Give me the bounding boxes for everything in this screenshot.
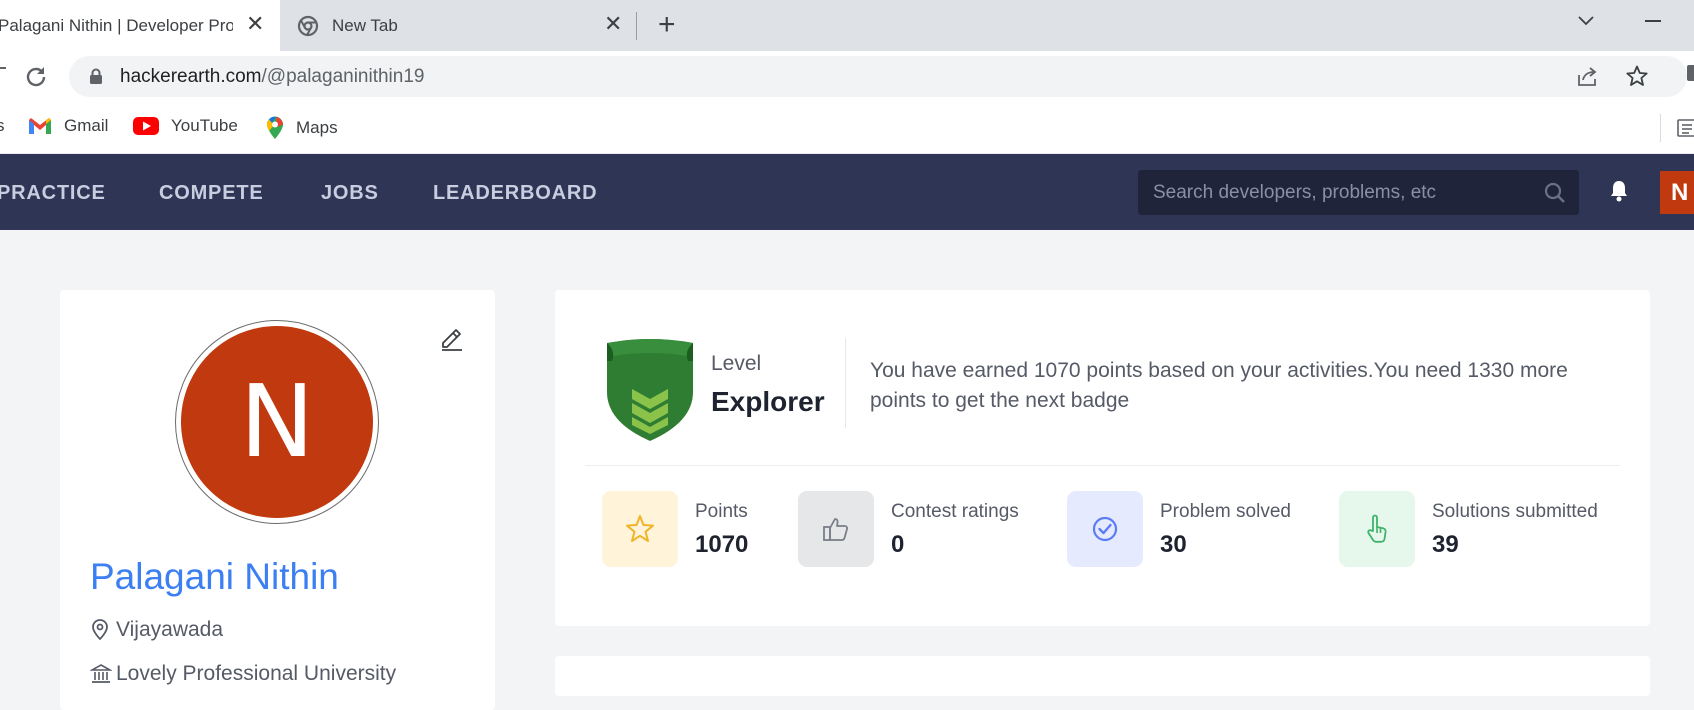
bookmark-label: s [0, 116, 5, 135]
solutions-submitted-tile [1339, 491, 1415, 567]
tab-close-icon[interactable]: ✕ [604, 13, 622, 35]
location-text: Vijayawada [116, 618, 224, 641]
stat-label: Problem solved [1160, 501, 1291, 522]
bookmark-label: Maps [296, 118, 338, 137]
lock-icon[interactable] [89, 68, 103, 84]
back-icon[interactable] [0, 67, 6, 69]
level-card-divider [585, 465, 1620, 466]
check-circle-icon [1092, 516, 1118, 542]
minimize-icon[interactable] [1645, 20, 1661, 22]
bookmarks-bar: s Gmail YouTube Maps [0, 104, 1694, 154]
browser-toolbar: hackerearth.com/@palaganinithin19 [0, 51, 1694, 104]
profile-card: N Palagani Nithin Vijayawada Lovely Prof… [60, 290, 495, 710]
contest-ratings-tile [798, 491, 874, 567]
share-icon[interactable] [1575, 65, 1599, 89]
chrome-icon [297, 15, 319, 37]
stat-label: Points [695, 501, 748, 522]
stat-value: 30 [1160, 531, 1187, 558]
tab-title: New Tab [332, 15, 398, 35]
nav-compete[interactable]: COMPETE [159, 182, 264, 205]
maps-icon [267, 116, 283, 139]
tab-new-tab[interactable]: New Tab ✕ [280, 0, 635, 51]
edit-pencil-icon[interactable] [438, 324, 466, 352]
site-navbar: PRACTICE COMPETE JOBS LEADERBOARD N [0, 154, 1694, 230]
address-bar[interactable]: hackerearth.com/@palaganinithin19 [69, 56, 1687, 97]
nav-practice[interactable]: PRACTICE [0, 182, 106, 205]
bookmark-label: YouTube [171, 116, 238, 135]
university-text: Lovely Professional University [116, 662, 397, 685]
bookmark-label: Gmail [64, 116, 109, 135]
profile-name: Palagani Nithin [90, 556, 339, 597]
thumbs-up-icon [823, 518, 849, 541]
bookmark-gmail[interactable]: Gmail [28, 116, 108, 136]
problem-solved-tile [1067, 491, 1143, 567]
stat-value: 1070 [695, 531, 749, 558]
tab-developer-profile[interactable]: Palagani Nithin | Developer Profile ✕ [0, 0, 280, 51]
activity-card [555, 656, 1650, 696]
bookmark-maps[interactable]: Maps [266, 116, 338, 140]
bookmark-apps[interactable]: s [0, 116, 5, 136]
profile-avatar: N [181, 326, 373, 518]
avatar-ring: N [175, 320, 379, 524]
level-divider [845, 338, 846, 428]
new-tab-icon[interactable]: + [658, 10, 676, 40]
star-icon [626, 515, 654, 542]
stat-value: 39 [1432, 531, 1459, 558]
url-host: hackerearth.com [120, 66, 262, 87]
reading-list-icon[interactable] [1677, 119, 1694, 137]
url-text[interactable]: hackerearth.com/@palaganinithin19 [120, 66, 424, 88]
level-name: Explorer [711, 386, 825, 417]
profile-location: Vijayawada [90, 618, 223, 642]
level-label: Level [711, 352, 762, 375]
tab-search-chevron-icon[interactable] [1576, 10, 1596, 30]
site-search [1138, 170, 1579, 215]
site-search-input[interactable] [1138, 170, 1538, 215]
bookmark-youtube[interactable]: YouTube [133, 116, 238, 136]
gmail-icon [29, 118, 51, 134]
location-pin-icon [92, 619, 108, 641]
explorer-badge-icon [607, 339, 693, 441]
stat-value: 0 [891, 531, 905, 558]
nav-leaderboard[interactable]: LEADERBOARD [433, 182, 597, 205]
stat-label: Contest ratings [891, 501, 1019, 522]
points-tile [602, 491, 678, 567]
extensions-icon[interactable] [1687, 65, 1694, 81]
tab-close-icon[interactable]: ✕ [246, 13, 264, 35]
user-avatar-menu[interactable]: N [1660, 171, 1694, 214]
tab-title: Palagani Nithin | Developer Profile [0, 15, 233, 35]
nav-jobs[interactable]: JOBS [321, 182, 379, 205]
browser-tab-strip: Palagani Nithin | Developer Profile ✕ Ne… [0, 0, 1694, 51]
url-path: /@palaganinithin19 [261, 66, 425, 87]
bookmarks-divider [1660, 114, 1661, 142]
bookmark-star-icon[interactable] [1625, 64, 1649, 88]
notification-bell-icon[interactable] [1608, 179, 1630, 203]
reload-icon[interactable] [23, 64, 49, 90]
search-icon[interactable] [1544, 182, 1566, 204]
stat-label: Solutions submitted [1432, 501, 1598, 522]
youtube-icon [133, 117, 159, 135]
pointer-hand-icon [1367, 514, 1387, 543]
profile-university: Lovely Professional University [90, 662, 396, 686]
level-card: Level Explorer You have earned 1070 poin… [555, 290, 1650, 626]
tab-separator [636, 12, 637, 40]
university-icon [90, 664, 112, 683]
level-progress-message: You have earned 1070 points based on you… [870, 359, 1568, 412]
